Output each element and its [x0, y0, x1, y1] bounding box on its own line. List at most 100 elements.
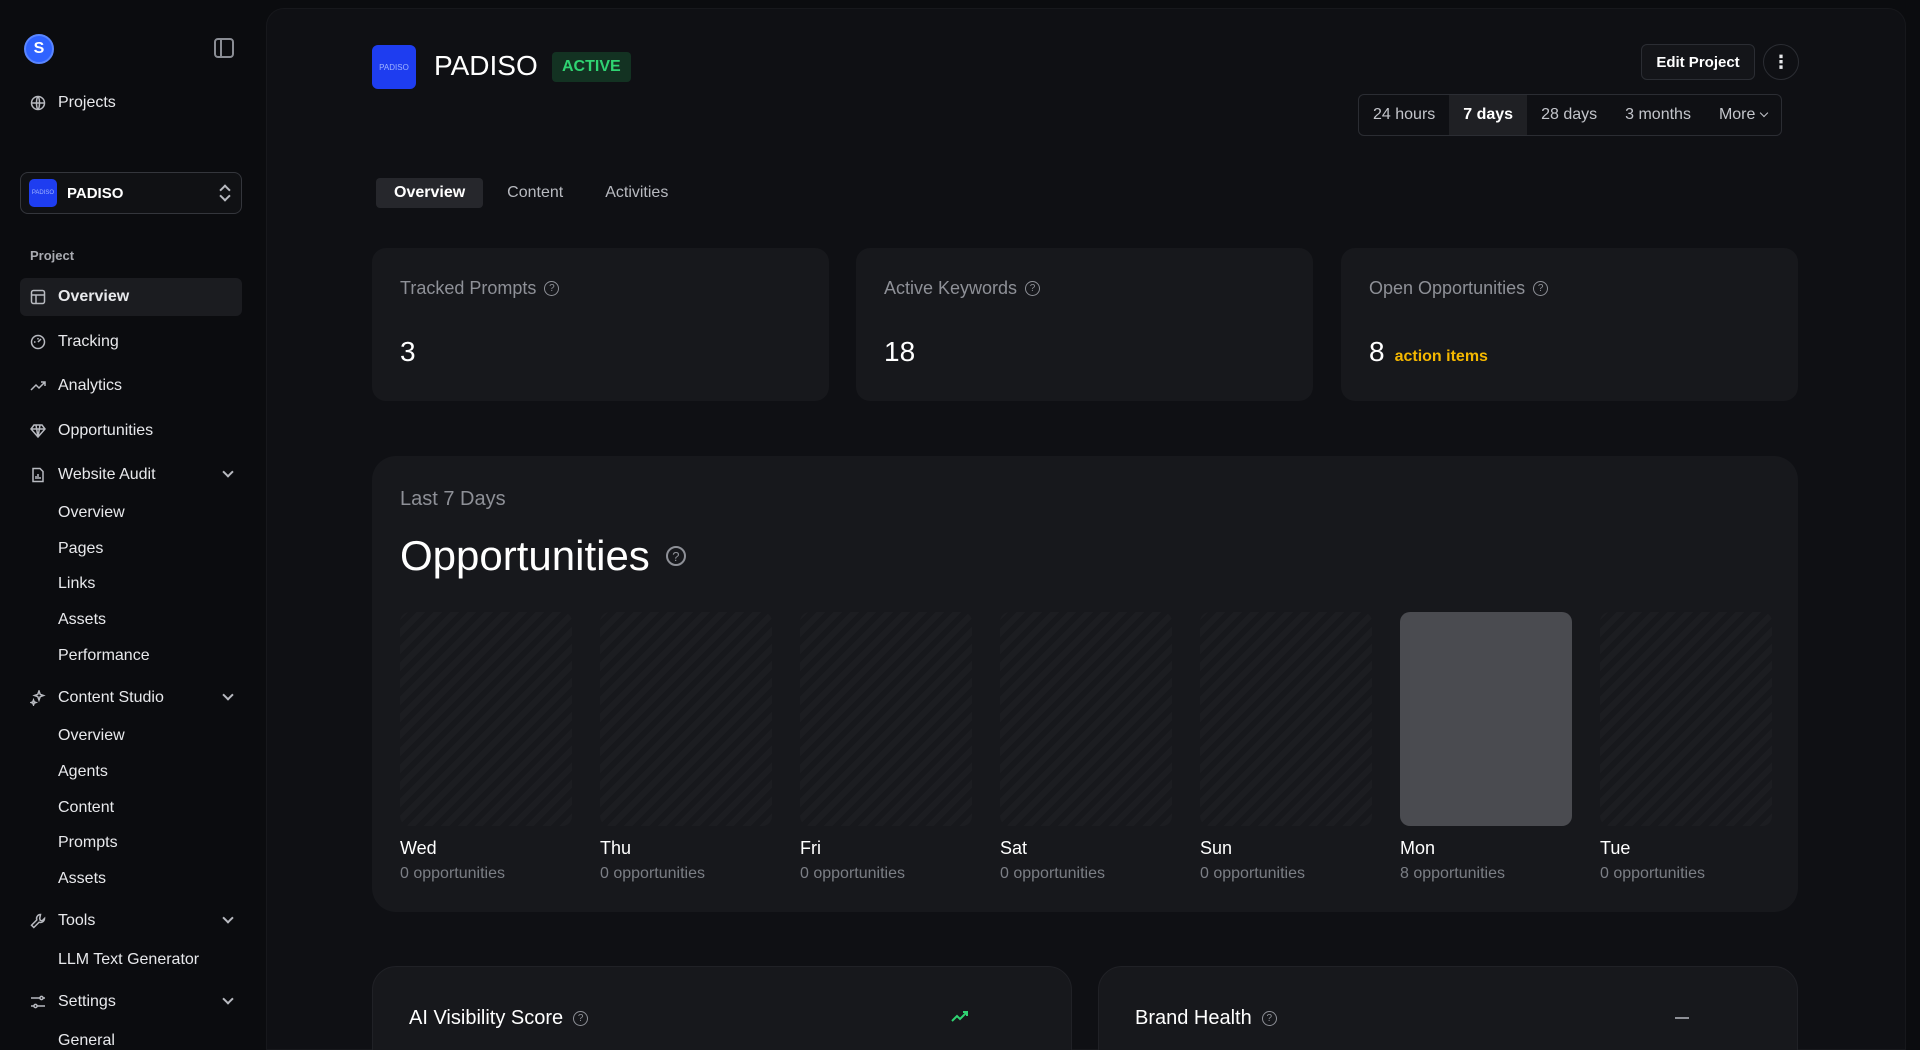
bar-track: [1000, 612, 1172, 826]
sub-item-llm-text-generator[interactable]: LLM Text Generator: [58, 951, 199, 969]
sidebar-item-label: Tools: [58, 912, 96, 929]
sub-item-studio-prompts[interactable]: Prompts: [58, 834, 118, 852]
help-icon[interactable]: ?: [1533, 281, 1549, 296]
stat-card-tracked-prompts: Tracked Prompts? 3: [372, 248, 829, 401]
sub-item-studio-assets[interactable]: Assets: [58, 870, 106, 888]
edit-project-button[interactable]: Edit Project: [1641, 44, 1755, 80]
bar-count-label: 0 opportunities: [600, 865, 705, 882]
bar-day-label: Sat: [1000, 838, 1028, 858]
bar-column[interactable]: Mon 8 opportunities: [1400, 612, 1572, 883]
sub-item-settings-general[interactable]: General: [58, 1032, 115, 1050]
sidebar-item-settings[interactable]: Settings: [20, 983, 242, 1021]
opportunities-period: Last 7 Days: [400, 488, 506, 510]
project-selector[interactable]: PADISO PADISO: [20, 172, 242, 214]
range-24-hours[interactable]: 24 hours: [1359, 95, 1449, 135]
brand-health-title-text: Brand Health: [1135, 1007, 1252, 1029]
more-vertical-icon: ⋮: [1772, 51, 1790, 72]
sub-item-audit-assets[interactable]: Assets: [58, 611, 106, 629]
stat-value: 8 action items: [1369, 336, 1488, 368]
brand-health-title: Brand Health ?: [1135, 1007, 1277, 1030]
project-selector-name: PADISO: [67, 184, 124, 202]
bar-column[interactable]: Tue 0 opportunities: [1600, 612, 1772, 883]
bar-count-label: 0 opportunities: [1600, 865, 1705, 882]
bar-day-label: Thu: [600, 838, 632, 858]
chevron-down-icon[interactable]: [222, 466, 234, 478]
help-icon[interactable]: ?: [573, 1011, 589, 1026]
stat-label-text: Active Keywords: [884, 278, 1018, 298]
help-icon[interactable]: ?: [1261, 1011, 1277, 1026]
nav-projects-label: Projects: [58, 94, 116, 111]
chevron-down-icon[interactable]: [222, 912, 234, 924]
stat-label-text: Tracked Prompts: [400, 278, 537, 298]
app-logo[interactable]: S: [24, 34, 54, 64]
sub-item-studio-agents[interactable]: Agents: [58, 763, 108, 781]
bar-column[interactable]: Wed 0 opportunities: [400, 612, 572, 883]
file-chart-icon: [30, 467, 46, 483]
sidebar-toggle-icon[interactable]: [214, 38, 234, 58]
stat-label: Active Keywords?: [884, 278, 1041, 299]
tab-activities[interactable]: Activities: [587, 178, 686, 208]
sub-item-audit-pages[interactable]: Pages: [58, 540, 103, 558]
bar-column[interactable]: Thu 0 opportunities: [600, 612, 772, 883]
sidebar-item-tracking[interactable]: Tracking: [20, 323, 242, 361]
help-icon[interactable]: ?: [544, 281, 560, 296]
sidebar: S Projects PADISO PADISO Project Overvie…: [0, 0, 266, 1050]
app-root: S Projects PADISO PADISO Project Overvie…: [0, 0, 1920, 1050]
stat-value-number: 18: [884, 336, 916, 367]
sidebar-item-tools[interactable]: Tools: [20, 902, 242, 940]
stat-value-number: 3: [400, 336, 416, 367]
ai-visibility-card: AI Visibility Score ?: [372, 966, 1072, 1050]
bar-count-label: 0 opportunities: [800, 865, 905, 882]
range-3-months[interactable]: 3 months: [1611, 95, 1705, 135]
sidebar-item-overview[interactable]: Overview: [20, 278, 242, 316]
sidebar-item-label: Overview: [58, 288, 130, 305]
brand-health-card: Brand Health ?: [1098, 966, 1798, 1050]
sub-item-audit-overview[interactable]: Overview: [58, 504, 125, 522]
ai-visibility-title: AI Visibility Score ?: [409, 1007, 589, 1030]
chevron-down-icon[interactable]: [222, 689, 234, 701]
range-28-days[interactable]: 28 days: [1527, 95, 1611, 135]
sidebar-item-label: Settings: [58, 993, 116, 1010]
bar-track: [400, 612, 572, 826]
range-7-days[interactable]: 7 days: [1449, 95, 1528, 135]
tab-overview[interactable]: Overview: [376, 178, 484, 208]
globe-icon: [30, 95, 46, 111]
tracking-icon: [30, 334, 46, 350]
sidebar-item-content-studio[interactable]: Content Studio: [20, 679, 242, 717]
sub-item-studio-overview[interactable]: Overview: [58, 727, 125, 745]
bar-column[interactable]: Fri 0 opportunities: [800, 612, 972, 883]
sidebar-item-website-audit[interactable]: Website Audit: [20, 456, 242, 494]
bar-column[interactable]: Sun 0 opportunities: [1200, 612, 1372, 883]
nav-projects[interactable]: Projects: [20, 84, 242, 122]
bar-count-label: 8 opportunities: [1400, 865, 1505, 882]
chevrons-up-down-icon: [221, 185, 229, 201]
stat-action-items[interactable]: action items: [1395, 348, 1488, 366]
sidebar-item-opportunities[interactable]: Opportunities: [20, 412, 242, 450]
ai-visibility-title-text: AI Visibility Score: [409, 1007, 564, 1029]
stat-card-open-opportunities: Open Opportunities? 8 action items: [1341, 248, 1798, 401]
bar-column[interactable]: Sat 0 opportunities: [1000, 612, 1172, 883]
stat-label: Open Opportunities?: [1369, 278, 1549, 299]
bar-track: [600, 612, 772, 826]
range-more-dropdown[interactable]: More: [1705, 95, 1781, 135]
bar-track: [800, 612, 972, 826]
layout-icon: [30, 289, 46, 305]
bar-day-label: Wed: [400, 838, 437, 858]
tab-content[interactable]: Content: [489, 178, 581, 208]
wrench-icon: [30, 913, 46, 929]
time-range-selector: 24 hours 7 days 28 days 3 months More: [1358, 94, 1783, 136]
sub-item-audit-links[interactable]: Links: [58, 575, 95, 593]
project-logo: PADISO: [372, 45, 416, 89]
help-icon[interactable]: ?: [665, 546, 686, 566]
trend-icon: [30, 378, 46, 394]
sub-item-studio-content[interactable]: Content: [58, 799, 114, 817]
range-more-label: More: [1718, 106, 1756, 123]
help-icon[interactable]: ?: [1025, 281, 1041, 296]
chevron-down-icon[interactable]: [222, 993, 234, 1005]
sidebar-item-analytics[interactable]: Analytics: [20, 367, 242, 405]
more-options-button[interactable]: ⋮: [1763, 44, 1799, 80]
sidebar-item-label: Analytics: [58, 377, 123, 394]
sub-item-audit-performance[interactable]: Performance: [58, 647, 150, 665]
dash-icon: [1675, 1017, 1689, 1019]
chevron-down-icon: [1760, 108, 1769, 118]
